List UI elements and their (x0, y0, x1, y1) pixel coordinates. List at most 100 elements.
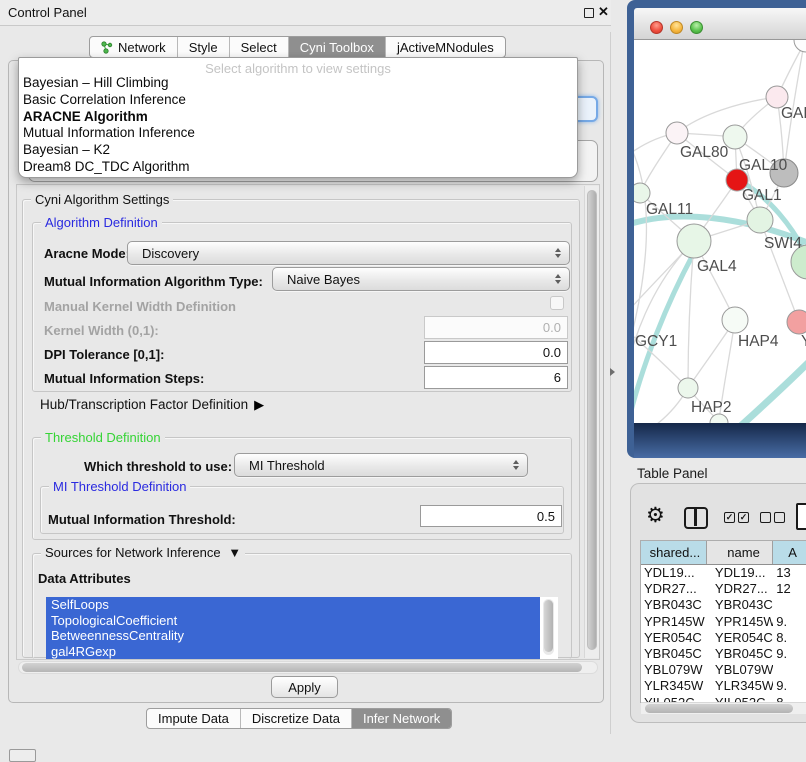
settings-horizontal-scrollbar[interactable] (18, 661, 598, 674)
which-threshold-combobox[interactable]: MI Threshold (234, 453, 528, 477)
spinner-arrows-icon (555, 274, 561, 284)
table-horizontal-scrollbar[interactable] (641, 702, 806, 714)
attribute-item-selected[interactable]: gal4RGexp (46, 644, 540, 659)
cell-name: YLR345W (707, 678, 773, 694)
node-gal80[interactable] (666, 122, 688, 144)
cell-value: 13 (773, 565, 806, 581)
tab-cyni-toolbox[interactable]: Cyni Toolbox (289, 37, 386, 57)
settings-horizontal-scrollbar-thumb[interactable] (22, 663, 582, 672)
document-icon[interactable] (796, 503, 806, 530)
column-header-shared-name[interactable]: shared... (641, 541, 707, 564)
node-label: GAL1 (742, 187, 782, 204)
dpi-tolerance-label: DPI Tolerance [0,1]: (44, 347, 164, 362)
cell-shared: YBL079W (641, 662, 707, 678)
dropdown-item[interactable]: Bayesian – Hill Climbing (19, 75, 577, 92)
manual-kernel-width-checkbox[interactable] (550, 296, 564, 310)
tab-discretize-data[interactable]: Discretize Data (241, 709, 352, 728)
close-icon[interactable]: ✕ (598, 4, 609, 20)
attribute-item-selected[interactable]: BetweennessCentrality (46, 628, 540, 644)
node-label: GAL (781, 105, 806, 122)
node-label: Y (801, 333, 806, 350)
select-all-columns-icon[interactable]: ✓ ✓ (724, 512, 749, 523)
node-top-white[interactable] (794, 40, 806, 52)
dpi-tolerance-field[interactable]: 0.0 (424, 341, 568, 364)
dropdown-item-selected[interactable]: ARACNE Algorithm (19, 109, 577, 126)
attributes-list-scrollbar[interactable] (543, 599, 554, 655)
tab-style[interactable]: Style (178, 37, 230, 57)
node-label: HAP2 (691, 399, 732, 416)
dropdown-placeholder: Select algorithm to view settings (19, 58, 577, 75)
cell-name: YPR145W (707, 614, 773, 630)
node-gal11[interactable] (634, 183, 650, 203)
aracne-mode-combobox[interactable]: Discovery (127, 241, 570, 265)
aracne-mode-label: Aracne Mode: (44, 246, 130, 261)
column-header-name[interactable]: name (707, 541, 773, 564)
sources-toggle[interactable]: Sources for Network Inference ▼ (41, 545, 245, 560)
table-row[interactable]: YBR043CYBR043C (641, 597, 806, 613)
node-table: shared... name A YDL19...YDL19...13 YDR2… (640, 540, 806, 703)
node-swi4[interactable] (747, 207, 773, 233)
cell-value (773, 597, 806, 613)
dock-mini-button[interactable] (9, 749, 36, 762)
node-gal4[interactable] (677, 224, 711, 258)
close-traffic-light-icon[interactable] (650, 21, 663, 34)
cell-value (773, 662, 806, 678)
tab-jactivemnodules[interactable]: jActiveMNodules (386, 37, 505, 57)
tab-cyni-toolbox-label: Cyni Toolbox (300, 40, 374, 55)
node-label: GCY1 (635, 333, 677, 350)
hub-definition-toggle[interactable]: Hub/Transcription Factor Definition▶ (40, 397, 264, 413)
data-attributes-list[interactable]: SelfLoops TopologicalCoefficient Between… (46, 597, 558, 659)
cell-value: 12 (773, 581, 806, 597)
collapsed-arrow-icon: ▶ (254, 397, 264, 413)
settings-vertical-scrollbar-thumb[interactable] (587, 190, 597, 650)
table-row[interactable]: YDL19...YDL19...13 (641, 565, 806, 581)
table-row[interactable]: YDR27...YDR27...12 (641, 581, 806, 597)
column-layout-icon[interactable] (684, 507, 708, 529)
zoom-traffic-light-icon[interactable] (690, 21, 703, 34)
expanded-arrow-icon: ▼ (228, 545, 241, 560)
tab-network[interactable]: Network (90, 37, 178, 57)
mi-steps-field[interactable]: 6 (424, 366, 568, 389)
tab-jactivemnodules-label: jActiveMNodules (397, 40, 494, 55)
spinner-arrows-icon (513, 460, 519, 470)
node-hap2[interactable] (678, 378, 698, 398)
algorithm-definition-title: Algorithm Definition (41, 215, 162, 230)
deselect-all-columns-icon[interactable] (760, 512, 785, 523)
minimize-traffic-light-icon[interactable] (670, 21, 683, 34)
tab-select[interactable]: Select (230, 37, 289, 57)
node-label: HAP4 (738, 333, 779, 350)
dropdown-item[interactable]: Bayesian – K2 (19, 142, 577, 159)
table-row[interactable]: YBR045CYBR045C9. (641, 646, 806, 662)
table-row[interactable]: YLR345WYLR345W9. (641, 678, 806, 694)
apply-button[interactable]: Apply (271, 676, 338, 698)
table-row[interactable]: YBL079WYBL079W (641, 662, 806, 678)
attribute-item-selected[interactable]: TopologicalCoefficient (46, 613, 540, 629)
mi-threshold-field[interactable]: 0.5 (420, 505, 562, 527)
table-horizontal-scrollbar-thumb[interactable] (645, 704, 793, 713)
checked-box-icon: ✓ (738, 512, 749, 523)
node-hap4[interactable] (722, 307, 748, 333)
network-node-labels: GAL GAL80 GAL10 GAL1 GAL11 SWI4 GAL4 GCY… (635, 105, 806, 416)
network-window-titlebar (634, 8, 806, 40)
node-salmon[interactable] (787, 310, 806, 334)
kernel-width-field[interactable]: 0.0 (424, 316, 568, 339)
mi-algorithm-type-combobox[interactable]: Naive Bayes (272, 267, 570, 291)
dropdown-item[interactable]: Dream8 DC_TDC Algorithm (19, 159, 577, 176)
tab-impute-data[interactable]: Impute Data (147, 709, 241, 728)
table-row[interactable]: YER054CYER054C8. (641, 630, 806, 646)
attributes-list-scrollbar-thumb[interactable] (544, 600, 553, 652)
float-window-icon[interactable] (584, 8, 594, 18)
tab-impute-data-label: Impute Data (158, 711, 229, 726)
column-header-partial[interactable]: A (773, 541, 806, 564)
tab-infer-network[interactable]: Infer Network (352, 709, 451, 728)
mi-steps-label: Mutual Information Steps: (44, 371, 204, 386)
gear-icon[interactable]: ⚙ (646, 504, 665, 528)
attribute-item-selected[interactable]: SelfLoops (46, 597, 540, 613)
dropdown-item[interactable]: Basic Correlation Inference (19, 92, 577, 109)
dropdown-item[interactable]: Mutual Information Inference (19, 125, 577, 142)
checked-box-icon: ✓ (724, 512, 735, 523)
settings-vertical-scrollbar[interactable] (584, 186, 599, 658)
network-canvas[interactable]: GAL GAL80 GAL10 GAL1 GAL11 SWI4 GAL4 GCY… (634, 40, 806, 423)
splitter-handle-icon[interactable] (610, 368, 615, 376)
table-row[interactable]: YPR145WYPR145W9. (641, 614, 806, 630)
